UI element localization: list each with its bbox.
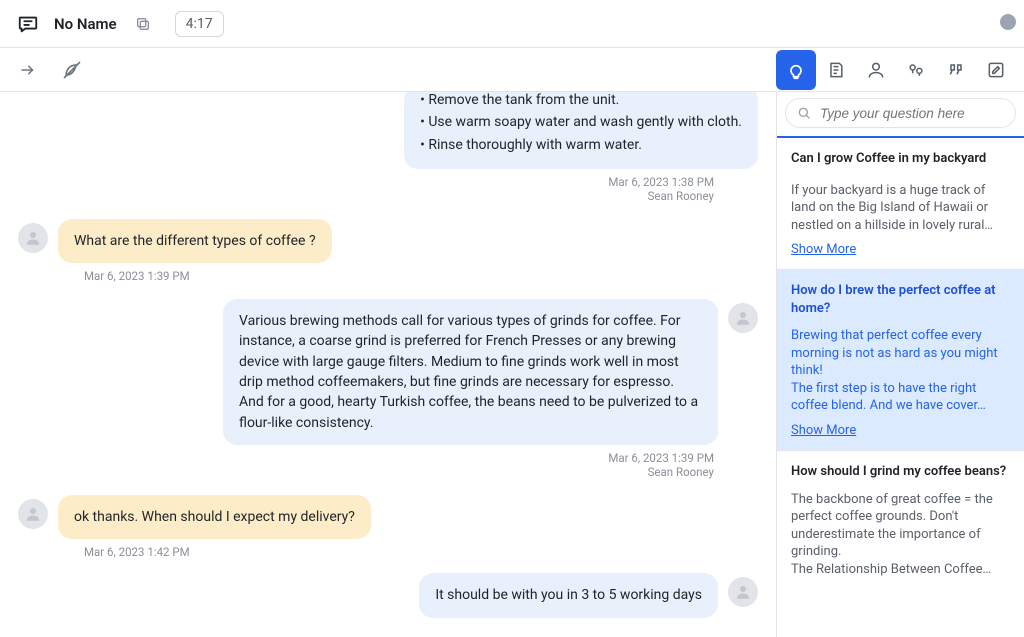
- chat-icon: [12, 8, 44, 40]
- agent-message: Various brewing methods call for various…: [223, 299, 718, 445]
- bullet-line: • Remove the tank from the unit.: [420, 92, 742, 110]
- author: Sean Rooney: [648, 465, 714, 479]
- main-body: • Remove the tank from the unit. • Use w…: [0, 92, 1024, 637]
- avatar: [18, 499, 48, 529]
- search-icon: [796, 105, 812, 121]
- bullet-line: • Use warm soapy water and wash gently w…: [420, 112, 742, 132]
- knowledge-card[interactable]: How do I brew the perfect coffee at home…: [777, 269, 1024, 450]
- quote-tab[interactable]: [936, 50, 976, 90]
- knowledge-tab[interactable]: [776, 50, 816, 90]
- card-title: Can I grow Coffee in my backyard: [791, 150, 1010, 168]
- timer-badge: 4:17: [175, 11, 224, 37]
- card-body: The backbone of great coffee = the perfe…: [791, 491, 1010, 579]
- card-title: How do I brew the perfect coffee at home…: [791, 282, 1010, 317]
- show-more-link[interactable]: Show More: [791, 242, 856, 257]
- avatar: [18, 223, 48, 253]
- customer-message: ok thanks. When should I expect my deliv…: [58, 495, 371, 539]
- window-header: No Name 4:17: [0, 0, 1024, 48]
- compose-tab[interactable]: [976, 50, 1016, 90]
- forward-icon[interactable]: [12, 54, 44, 86]
- avatar: [728, 577, 758, 607]
- message-meta: Mar 6, 2023 1:42 PM: [18, 545, 758, 559]
- knowledge-panel: Can I grow Coffee in my backyard If your…: [776, 92, 1024, 637]
- knowledge-card[interactable]: How should I grind my coffee beans? The …: [777, 450, 1024, 590]
- message-meta: Mar 6, 2023 1:38 PM Sean Rooney: [18, 175, 758, 203]
- agent-message: • Remove the tank from the unit. • Use w…: [404, 92, 758, 169]
- card-body: Brewing that perfect coffee every mornin…: [791, 327, 1010, 415]
- copy-icon[interactable]: [127, 8, 159, 40]
- bullet-line: • Rinse thoroughly with warm water.: [420, 135, 742, 155]
- script-tab[interactable]: [816, 50, 856, 90]
- knowledge-search[interactable]: [785, 98, 1016, 128]
- conversation-title: No Name: [54, 15, 117, 33]
- author: Sean Rooney: [648, 189, 714, 203]
- show-more-link[interactable]: Show More: [791, 423, 856, 438]
- knowledge-card[interactable]: Can I grow Coffee in my backyard If your…: [777, 136, 1024, 269]
- timestamp: Mar 6, 2023 1:39 PM: [608, 451, 714, 465]
- agent-message: It should be with you in 3 to 5 working …: [419, 573, 718, 617]
- location-tab[interactable]: [896, 50, 936, 90]
- avatar: [728, 303, 758, 333]
- conversation-pane: • Remove the tank from the unit. • Use w…: [0, 92, 776, 637]
- close-icon[interactable]: [1000, 14, 1016, 30]
- search-input[interactable]: [820, 106, 1005, 121]
- toolbar: [0, 48, 1024, 92]
- message-meta: Mar 6, 2023 1:39 PM: [18, 269, 758, 283]
- card-title: How should I grind my coffee beans?: [791, 463, 1010, 481]
- leaf-strike-icon[interactable]: [56, 54, 88, 86]
- person-tab[interactable]: [856, 50, 896, 90]
- timestamp: Mar 6, 2023 1:38 PM: [608, 175, 714, 189]
- message-meta: Mar 6, 2023 1:39 PM Sean Rooney: [18, 451, 758, 479]
- card-body: If your backyard is a huge track of land…: [791, 182, 1010, 235]
- customer-message: What are the different types of coffee ?: [58, 219, 332, 263]
